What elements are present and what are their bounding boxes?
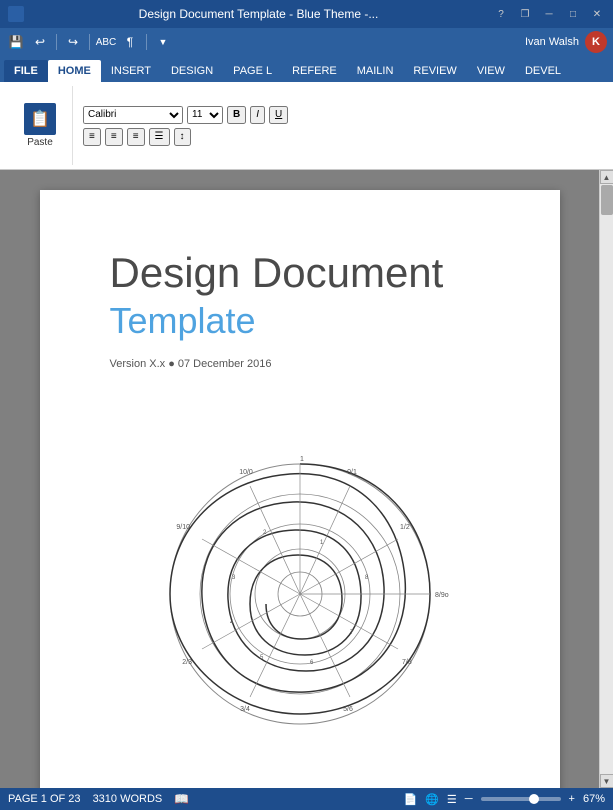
tab-page-layout[interactable]: PAGE L [223,60,282,82]
title-bar-controls: ? ❐ ─ □ ✕ [493,8,605,20]
paragraph-row: ≡ ≡ ≡ ☰ ↕ [83,128,597,146]
ribbon-group-file: 📋 Paste [8,86,73,165]
minimize-button[interactable]: ─ [541,8,557,20]
page-info: PAGE 1 OF 23 [8,793,81,805]
svg-text:8/9o: 8/9o [435,592,449,599]
scroll-track[interactable] [600,184,613,774]
view-outline-button[interactable]: ☰ [447,793,457,806]
status-bar-right: 📄 🌐 ☰ ─ + 67% [403,793,605,806]
font-family-select[interactable]: Calibri [83,106,183,124]
page-footer: Company Name - Address - Telephone - Ema… [110,778,490,788]
word-count: 3310 WORDS [93,793,163,805]
zoom-out-button[interactable]: ─ [465,793,473,805]
editor-content: Design Document Template Version X.x ● 0… [0,170,599,788]
tab-file[interactable]: FILE [4,60,48,82]
redo-button[interactable]: ↪ [63,32,83,52]
underline-button[interactable]: U [269,106,288,124]
document-page: Design Document Template Version X.x ● 0… [40,190,560,788]
ribbon-content: 📋 Paste Calibri 11 B I U ≡ ≡ ≡ ☰ ↕ [0,82,613,170]
svg-text:9/10: 9/10 [176,524,190,531]
align-left-button[interactable]: ≡ [83,128,101,146]
spiral-diagram: 1 8/9o 1/2 7/8 5/6 3/4 2/3 9/10 10/0 0/1… [110,410,490,768]
ribbon-tabs: FILE HOME INSERT DESIGN PAGE L REFERE MA… [0,56,613,82]
zoom-in-button[interactable]: + [569,793,575,805]
qa-separator [56,34,57,50]
status-bar: PAGE 1 OF 23 3310 WORDS 📖 📄 🌐 ☰ ─ + 67% [0,788,613,810]
ribbon-main-group: Calibri 11 B I U ≡ ≡ ≡ ☰ ↕ [75,102,605,150]
undo-button[interactable]: ↩ [30,32,50,52]
paste-button[interactable]: 📋 Paste [16,99,64,152]
tab-mailings[interactable]: MAILIN [347,60,404,82]
tab-insert[interactable]: INSERT [101,60,161,82]
spiral-svg: 1 8/9o 1/2 7/8 5/6 3/4 2/3 9/10 10/0 0/1… [150,449,450,729]
svg-text:10/0: 10/0 [239,469,253,476]
title-bar-left [8,6,24,22]
title-bar: Design Document Template - Blue Theme -.… [0,0,613,28]
paste-icon: 📋 [24,103,56,135]
page-title-main: Design Document [110,250,490,296]
quick-access-toolbar: 💾 ↩ ↪ ABC ¶ ▼ Ivan Walsh K [0,28,613,56]
tab-view[interactable]: VIEW [467,60,515,82]
customize-quick-access[interactable]: ▼ [153,32,173,52]
svg-text:3/4: 3/4 [240,706,250,713]
svg-text:1/2: 1/2 [400,524,410,531]
svg-text:7: 7 [350,630,354,636]
tab-developer[interactable]: DEVEL [515,60,571,82]
scroll-up-button[interactable]: ▲ [600,170,613,184]
page-version: Version X.x ● 07 December 2016 [110,358,490,370]
zoom-level[interactable]: 67% [583,793,605,805]
editor-container: Design Document Template Version X.x ● 0… [0,170,613,788]
italic-button[interactable]: I [250,106,265,124]
maximize-button[interactable]: □ [565,8,581,20]
save-quick-button[interactable]: 💾 [6,32,26,52]
qa-separator-3 [146,34,147,50]
line-spacing-button[interactable]: ↕ [174,128,191,146]
user-avatar[interactable]: K [585,31,607,53]
zoom-thumb [529,794,539,804]
close-button[interactable]: ✕ [589,8,605,20]
bullet-list-button[interactable]: ☰ [149,128,170,146]
spell-check-button[interactable]: ABC [96,32,116,52]
tab-home[interactable]: HOME [48,60,101,82]
scroll-thumb[interactable] [601,185,613,215]
restore-button[interactable]: ❐ [517,8,533,20]
align-center-button[interactable]: ≡ [105,128,123,146]
tab-review[interactable]: REVIEW [403,60,466,82]
bold-button[interactable]: B [227,106,246,124]
help-button[interactable]: ? [493,8,509,20]
scrollbar-vertical[interactable]: ▲ ▼ [599,170,613,788]
font-size-select[interactable]: 11 [187,106,223,124]
view-print-button[interactable]: 📄 [403,793,417,806]
proofing-icon[interactable]: 📖 [174,792,189,806]
paste-label: Paste [27,137,53,148]
app-icon [8,6,24,22]
title-bar-title: Design Document Template - Blue Theme -.… [24,7,493,21]
svg-text:7/8: 7/8 [402,659,412,666]
scroll-down-button[interactable]: ▼ [600,774,613,788]
align-right-button[interactable]: ≡ [127,128,145,146]
tab-design[interactable]: DESIGN [161,60,223,82]
tab-references[interactable]: REFERE [282,60,347,82]
view-web-button[interactable]: 🌐 [425,793,439,806]
svg-text:0/1: 0/1 [347,469,357,476]
page-title-sub: Template [110,300,490,342]
svg-text:5/6: 5/6 [343,706,353,713]
user-name: Ivan Walsh [525,36,579,48]
svg-text:1: 1 [300,456,304,463]
format-marks-button[interactable]: ¶ [120,32,140,52]
svg-text:3: 3 [232,575,236,581]
svg-text:2/3: 2/3 [182,659,192,666]
zoom-slider[interactable] [481,797,561,801]
qa-separator-2 [89,34,90,50]
font-row: Calibri 11 B I U [83,106,597,124]
